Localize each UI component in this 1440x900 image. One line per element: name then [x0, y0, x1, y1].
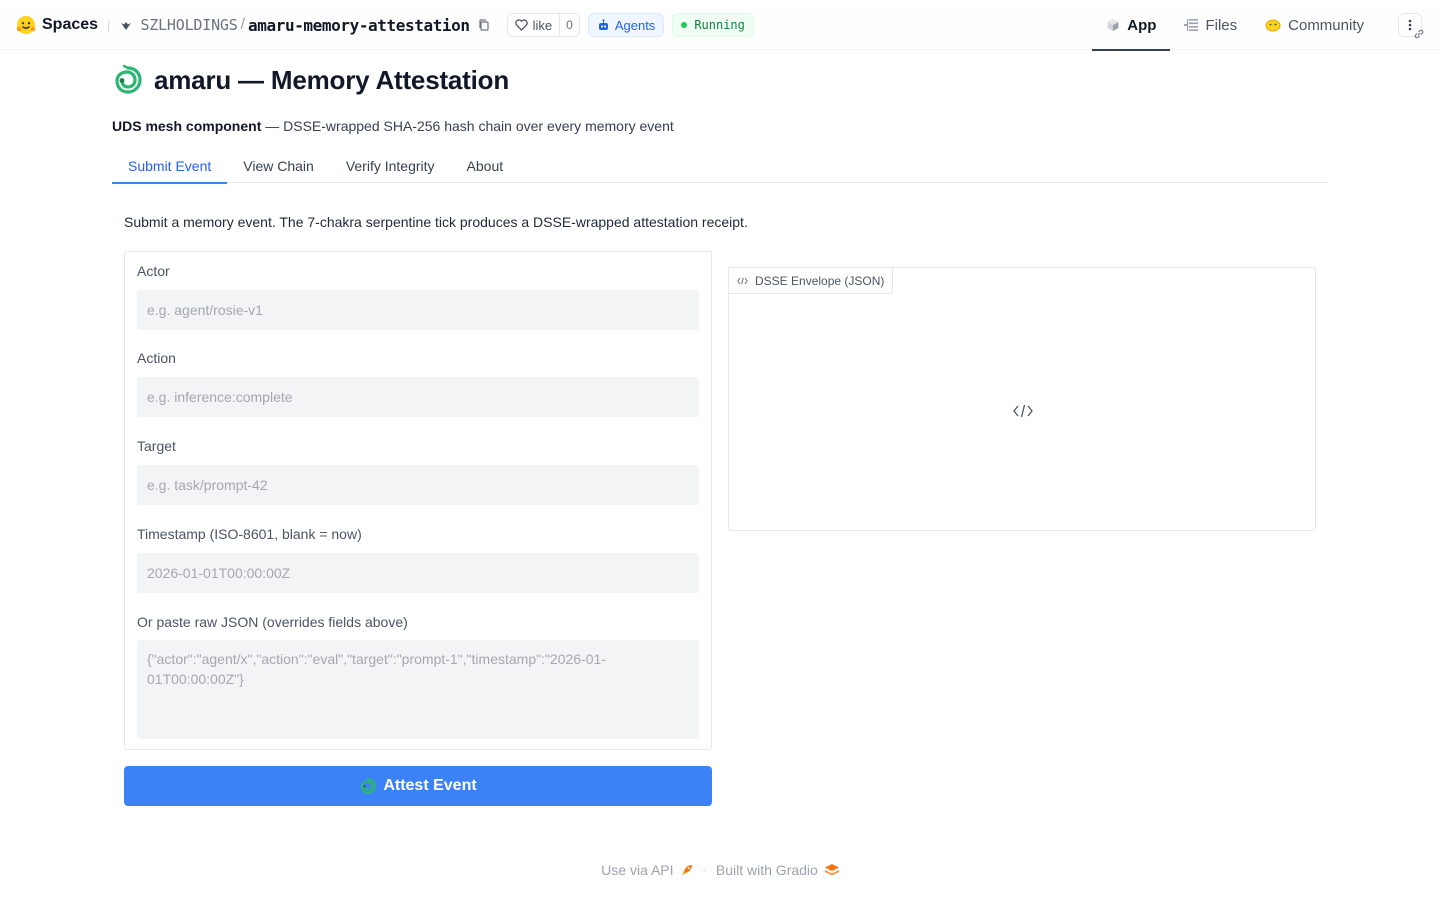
- nav-tab-files[interactable]: Files: [1170, 0, 1251, 50]
- target-input[interactable]: [137, 465, 699, 505]
- robot-icon: [598, 18, 608, 30]
- owner-avatar-icon: [120, 19, 132, 31]
- dsse-envelope-output: DSSE Envelope (JSON): [728, 267, 1316, 531]
- output-label: DSSE Envelope (JSON): [728, 267, 894, 294]
- gradio-logo-icon: [824, 864, 839, 876]
- copy-icon[interactable]: [477, 18, 491, 32]
- navbar-left: Spaces | SZLHOLDINGS / amaru-memory-atte…: [16, 0, 754, 50]
- hugging-face-logo-icon[interactable]: [16, 15, 36, 35]
- footer-separator: ·: [702, 864, 706, 876]
- nav-tab-label: App: [1127, 16, 1157, 34]
- app-header: amaru — Memory Attestation: [112, 64, 509, 96]
- agents-label: Agents: [614, 17, 656, 33]
- tab-submit-event[interactable]: Submit Event: [112, 148, 228, 184]
- page-title: amaru — Memory Attestation: [154, 64, 510, 95]
- attest-button-label: Attest Event: [383, 777, 477, 794]
- action-input[interactable]: [137, 377, 699, 417]
- like-button[interactable]: like 0: [506, 13, 580, 37]
- tab-bar: Submit Event View Chain Verify Integrity…: [112, 148, 1328, 184]
- footer: Use via API · Built with Gradio: [0, 862, 1440, 878]
- tab-view-chain[interactable]: View Chain: [227, 148, 330, 183]
- subtitle-text: — DSSE-wrapped SHA-256 hash chain over e…: [261, 118, 674, 134]
- navbar-right: App Files Community: [1092, 0, 1440, 51]
- tab-verify-integrity[interactable]: Verify Integrity: [330, 148, 451, 183]
- actor-label: Actor: [137, 263, 170, 279]
- top-navbar: Spaces | SZLHOLDINGS / amaru-memory-atte…: [0, 0, 1440, 51]
- raw-json-textarea[interactable]: [137, 640, 699, 739]
- nav-tab-app[interactable]: App: [1092, 0, 1171, 51]
- timestamp-input[interactable]: [137, 553, 699, 593]
- serpent-logo-icon: [115, 64, 142, 94]
- code-icon: [737, 277, 748, 284]
- spaces-link[interactable]: Spaces: [42, 16, 98, 34]
- space-name-link[interactable]: amaru-memory-attestation: [248, 16, 470, 35]
- code-placeholder-icon: [1013, 404, 1033, 418]
- actor-input[interactable]: [137, 290, 699, 330]
- app-cube-icon: [1107, 19, 1119, 31]
- link-icon: [1414, 29, 1424, 39]
- agents-button[interactable]: Agents: [587, 13, 665, 37]
- event-form: Actor Action Target Timestamp (ISO-8601,…: [124, 251, 712, 750]
- serpent-icon: [361, 778, 377, 794]
- timestamp-label: Timestamp (ISO-8601, blank = now): [137, 526, 362, 542]
- built-with-gradio-link[interactable]: Built with Gradio: [716, 862, 818, 878]
- nav-tab-community[interactable]: Community: [1251, 0, 1378, 50]
- navbar-divider: |: [107, 17, 111, 33]
- nav-tab-label: Files: [1205, 16, 1238, 34]
- tab-description: Submit a memory event. The 7-chakra serp…: [124, 214, 748, 230]
- target-label: Target: [137, 438, 176, 454]
- heart-icon: [514, 19, 528, 31]
- nav-tab-label: Community: [1288, 16, 1364, 34]
- action-label: Action: [137, 350, 176, 366]
- running-dot-icon: [681, 22, 688, 28]
- raw-json-label: Or paste raw JSON (overrides fields abov…: [137, 614, 408, 630]
- files-icon: [1184, 19, 1199, 31]
- subtitle-bold: UDS mesh component: [112, 118, 262, 134]
- space-owner-link[interactable]: SZLHOLDINGS: [140, 16, 237, 34]
- attest-event-button[interactable]: Attest Event: [124, 766, 712, 806]
- tab-about[interactable]: About: [451, 148, 520, 183]
- community-icon: [1265, 19, 1281, 32]
- vertical-dots-icon: [1408, 19, 1412, 31]
- status-badge[interactable]: Running: [672, 13, 754, 37]
- path-separator: /: [240, 16, 246, 33]
- page-subtitle: UDS mesh component — DSSE-wrapped SHA-25…: [112, 118, 674, 134]
- rocket-icon: [681, 865, 692, 875]
- status-label: Running: [694, 18, 745, 32]
- use-via-api-link[interactable]: Use via API: [601, 862, 673, 878]
- like-count: 0: [559, 14, 579, 36]
- output-label-text: DSSE Envelope (JSON): [755, 273, 885, 288]
- like-label: like: [532, 17, 553, 33]
- more-options-button[interactable]: [1398, 13, 1424, 39]
- like-main[interactable]: like: [508, 14, 560, 36]
